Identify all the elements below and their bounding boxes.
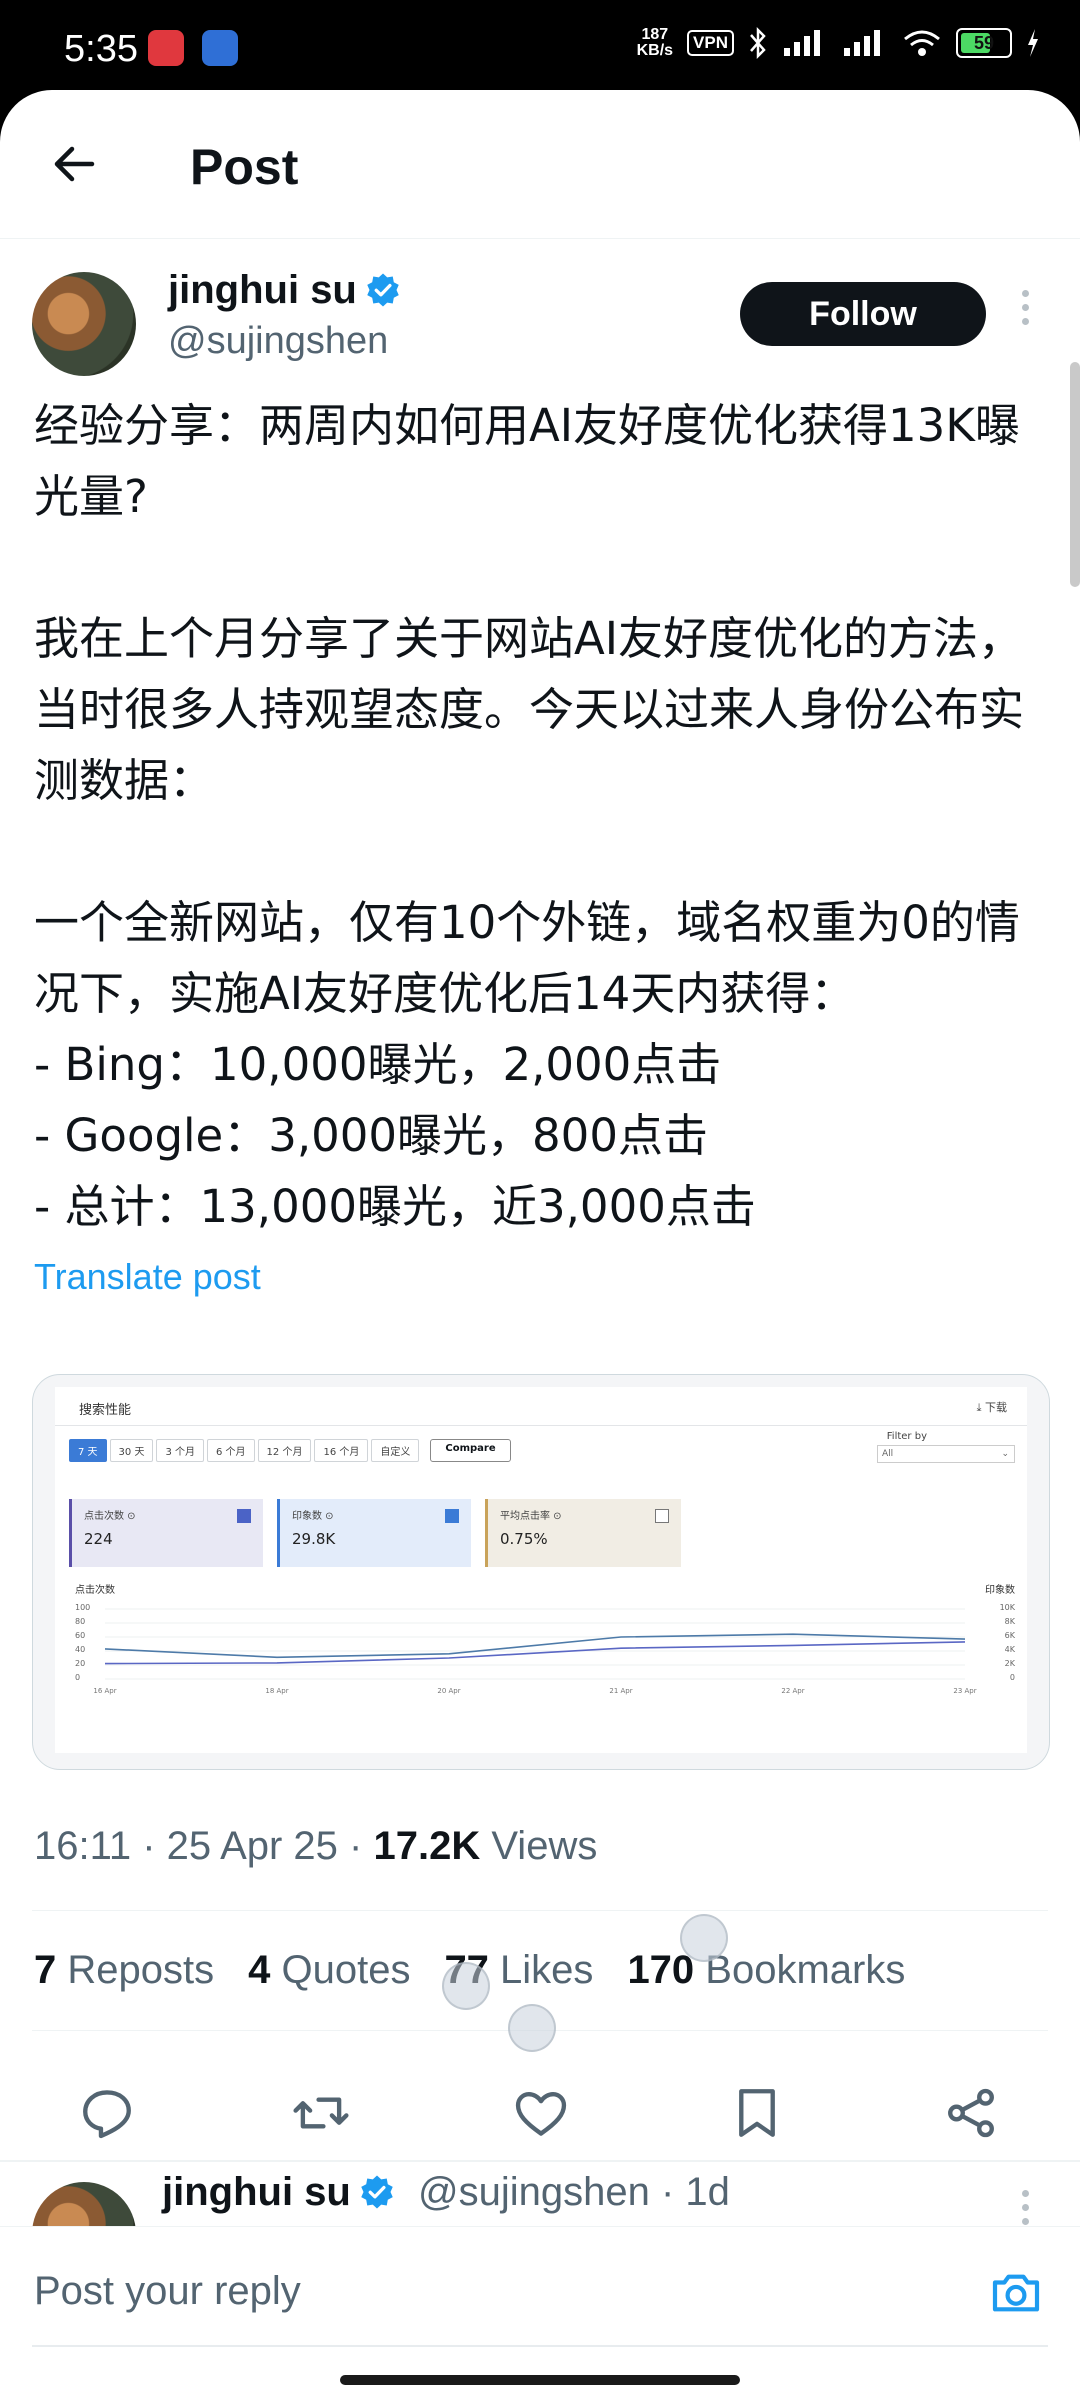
reposts-stat[interactable]: 7 Reposts xyxy=(34,1948,214,1993)
x-tick-label: 23 Apr xyxy=(953,1687,976,1695)
touch-indicator xyxy=(442,1962,490,2010)
post-text: 经验分享：两周内如何用AI友好度优化获得13K曝光量? 我在上个月分享了关于网站… xyxy=(34,399,1025,1233)
author-name[interactable]: jinghui su xyxy=(168,268,401,313)
notification-app-icon xyxy=(202,30,238,66)
performance-line-chart: 16 Apr 18 Apr 20 Apr 21 Apr 22 Apr 23 Apr xyxy=(93,1608,977,1695)
reply-input[interactable]: Post your reply xyxy=(34,2269,301,2314)
touch-indicator xyxy=(508,2004,556,2052)
repost-icon[interactable] xyxy=(292,2084,350,2142)
verified-badge-icon xyxy=(367,273,399,307)
bluetooth-icon xyxy=(750,26,766,60)
wifi-icon xyxy=(904,30,940,56)
action-bar xyxy=(0,2066,1080,2162)
scrollbar[interactable] xyxy=(1070,362,1080,587)
divider xyxy=(0,2160,1080,2162)
translate-post-link[interactable]: Translate post xyxy=(34,1256,261,1298)
post-meta: 16:11 · 25 Apr 25 · 17.2K Views xyxy=(34,1824,598,1868)
bookmark-icon[interactable] xyxy=(728,2084,786,2142)
touch-indicator xyxy=(680,1914,728,1962)
status-icons: 187 KB/s VPN 59 xyxy=(637,26,1040,60)
x-tick-label: 16 Apr xyxy=(93,1687,116,1695)
notification-app-icon xyxy=(148,30,184,66)
app-screen: Post jinghui su @sujingshen Follow 经验分享：… xyxy=(0,90,1080,2400)
home-indicator[interactable] xyxy=(340,2375,740,2385)
status-bar: 5:35 187 KB/s VPN 59 xyxy=(0,0,1080,95)
reply-bar: Post your reply xyxy=(0,2226,1080,2400)
back-arrow-icon[interactable] xyxy=(48,138,100,190)
post-image[interactable]: 搜索性能 ⤓ 下载 7 天 30 天 3 个月 6 个月 12 个月 16 个月… xyxy=(32,1374,1050,1770)
network-speed: 187 KB/s xyxy=(636,26,674,59)
reply-icon[interactable] xyxy=(78,2084,136,2142)
more-options-icon[interactable] xyxy=(1020,2190,1030,2230)
signal-icon xyxy=(784,30,820,56)
x-tick-label: 22 Apr xyxy=(781,1687,804,1695)
author-handle[interactable]: @sujingshen xyxy=(168,320,388,363)
camera-icon[interactable] xyxy=(988,2265,1044,2321)
search-performance-screenshot: 搜索性能 ⤓ 下载 7 天 30 天 3 个月 6 个月 12 个月 16 个月… xyxy=(55,1387,1027,1753)
author-avatar[interactable] xyxy=(32,272,136,376)
reply-underline xyxy=(32,2345,1048,2347)
verified-badge-icon xyxy=(361,2175,393,2209)
bookmarks-stat[interactable]: 170 Bookmarks xyxy=(627,1948,905,1993)
page-title: Post xyxy=(190,139,299,195)
more-options-icon[interactable] xyxy=(1020,290,1030,330)
charging-icon xyxy=(1028,29,1038,57)
x-tick-label: 20 Apr xyxy=(437,1687,460,1695)
reply-author-handle: @sujingshen · 1d xyxy=(418,2170,730,2214)
status-time: 5:35 xyxy=(64,28,138,70)
x-tick-label: 21 Apr xyxy=(609,1687,632,1695)
x-tick-label: 18 Apr xyxy=(265,1687,288,1695)
quotes-stat[interactable]: 4 Quotes xyxy=(248,1948,410,1993)
battery-icon: 59 xyxy=(956,28,1012,58)
divider xyxy=(32,1910,1048,1911)
reply-author-name[interactable]: jinghui su xyxy=(162,2170,395,2215)
top-bar: Post xyxy=(0,90,1080,239)
like-heart-icon[interactable] xyxy=(512,2084,570,2142)
signal-icon xyxy=(844,30,880,56)
vpn-badge: VPN xyxy=(687,30,734,56)
share-icon[interactable] xyxy=(942,2084,1000,2142)
follow-button[interactable]: Follow xyxy=(740,282,986,346)
